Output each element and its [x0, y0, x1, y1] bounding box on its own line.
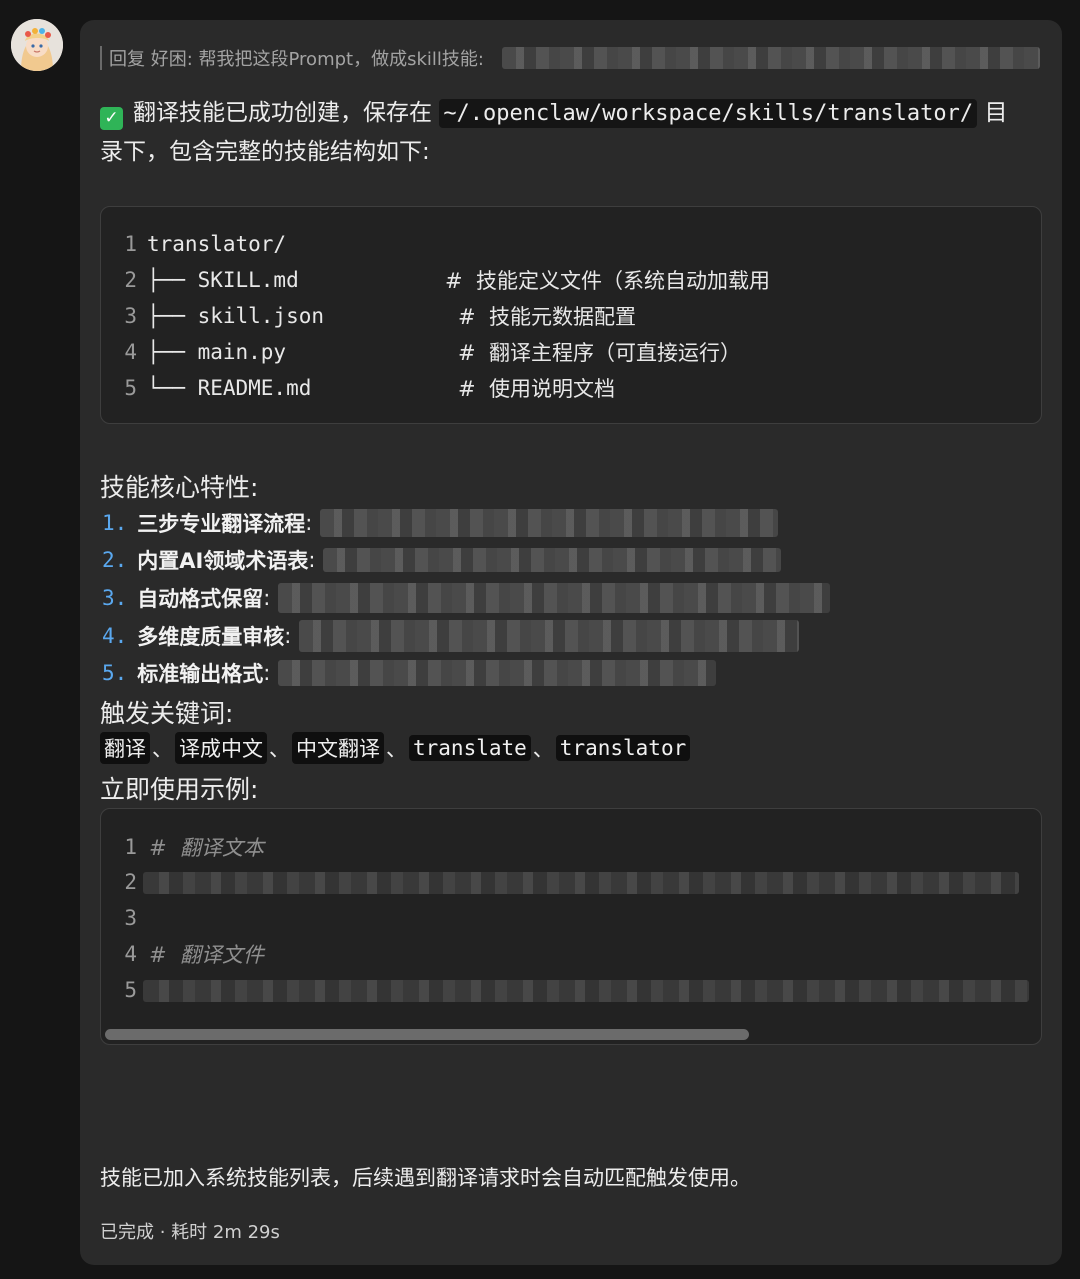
success-message: ✓ 翻译技能已成功创建，保存在 ~/.openclaw/workspace/ski…: [100, 94, 1040, 171]
feature-title: 多维度质量审核: [137, 625, 285, 649]
feature-item: 1. 三步专业翻译流程 :: [102, 506, 779, 540]
avatar[interactable]: [11, 19, 63, 71]
colon: :: [263, 661, 271, 685]
tree-comment: # 翻译主程序（可直接运行）: [458, 341, 741, 365]
feature-item: 3. 自动格式保留 :: [102, 581, 831, 615]
code-comment: # 翻译文件: [149, 943, 264, 967]
separator: 、: [386, 737, 407, 761]
colon: :: [308, 548, 316, 572]
usage-codeblock[interactable]: 1 # 翻译文本 2 3 4 # 翻译文件 5: [100, 808, 1042, 1045]
avatar-image: [11, 19, 63, 71]
keyword-chip: translate: [409, 735, 531, 761]
redacted-reply-text: [501, 47, 1040, 69]
keyword-chip: translator: [555, 735, 691, 761]
colon: :: [284, 624, 292, 648]
keyword-chip: 译成中文: [175, 732, 267, 764]
colon: :: [263, 586, 271, 610]
redacted-text: [278, 660, 717, 686]
feature-title: 三步专业翻译流程: [137, 512, 306, 536]
feature-number: 1.: [102, 511, 128, 535]
success-prefix: 翻译技能已成功创建，保存在: [133, 100, 432, 126]
success-suffix-1: 目: [984, 100, 1008, 126]
feature-item: 4. 多维度质量审核 :: [102, 619, 800, 653]
redacted-text: [299, 620, 800, 652]
summary-text: 技能已加入系统技能列表，后续遇到翻译请求时会自动匹配触发使用。: [100, 1166, 751, 1190]
feature-title: 标准输出格式: [137, 662, 264, 686]
feature-number: 2.: [102, 548, 128, 572]
redacted-text: [320, 509, 779, 537]
features-heading: 技能核心特性:: [100, 473, 259, 502]
feature-number: 5.: [102, 661, 128, 685]
colon: :: [305, 511, 313, 535]
feature-title: 内置AI领域术语表: [137, 549, 309, 573]
reply-label: 回复 好困: 帮我把这段Prompt，做成skill技能:: [109, 49, 484, 70]
line-number: 1: [124, 835, 137, 859]
separator: 、: [152, 737, 173, 761]
separator: 、: [532, 737, 554, 761]
line-number: 4: [124, 340, 137, 364]
tree-entry: translator/: [147, 232, 287, 256]
line-number: 5: [124, 376, 137, 400]
success-suffix-2: 录下，包含完整的技能结构如下:: [100, 139, 430, 165]
line-number: 3: [124, 304, 137, 328]
tree-entry: └── README.md: [147, 376, 312, 400]
line-number: 1: [124, 232, 137, 256]
line-number: 3: [124, 906, 137, 930]
status-text: 已完成 · 耗时 2m 29s: [100, 1222, 280, 1243]
feature-item: 5. 标准输出格式 :: [102, 656, 717, 690]
message-bubble: 回复 好困: 帮我把这段Prompt，做成skill技能: ✓ 翻译技能已成功创建…: [80, 20, 1062, 1265]
keyword-chip: 中文翻译: [292, 732, 384, 764]
separator: 、: [269, 737, 290, 761]
line-number: 5: [124, 978, 137, 1002]
horizontal-scrollbar[interactable]: [105, 1029, 749, 1040]
tree-comment: # 使用说明文档: [458, 377, 615, 401]
tree-entry: ├── main.py: [147, 340, 287, 364]
reply-quote[interactable]: 回复 好困: 帮我把这段Prompt，做成skill技能:: [100, 46, 1040, 70]
code-comment: # 翻译文本: [149, 836, 264, 860]
check-icon: ✓: [100, 107, 123, 130]
line-number: 4: [124, 942, 137, 966]
usage-heading: 立即使用示例:: [100, 775, 259, 804]
keyword-chip: 翻译: [100, 732, 150, 764]
tree-entry: ├── SKILL.md: [147, 268, 299, 292]
redacted-code: [143, 872, 1019, 894]
line-number: 2: [124, 870, 137, 894]
redacted-code: [143, 980, 1029, 1002]
keywords-list: 翻译 、 译成中文 、 中文翻译 、 translate 、 translato…: [100, 732, 691, 764]
file-tree-codeblock: 1 translator/ 2 ├── SKILL.md # 技能定义文件（系统…: [100, 206, 1042, 424]
feature-title: 自动格式保留: [137, 587, 264, 611]
tree-entry: ├── skill.json: [147, 304, 325, 328]
tree-comment: # 技能元数据配置: [458, 305, 636, 329]
skill-path: ~/.openclaw/workspace/skills/translator/: [439, 99, 978, 128]
feature-item: 2. 内置AI领域术语表 :: [102, 543, 782, 577]
feature-number: 3.: [102, 586, 128, 610]
redacted-text: [278, 583, 831, 613]
feature-number: 4.: [102, 624, 128, 648]
tree-comment: # 技能定义文件（系统自动加载用: [445, 269, 770, 293]
keywords-heading: 触发关键词:: [100, 699, 234, 728]
line-number: 2: [124, 268, 137, 292]
redacted-text: [323, 548, 782, 572]
